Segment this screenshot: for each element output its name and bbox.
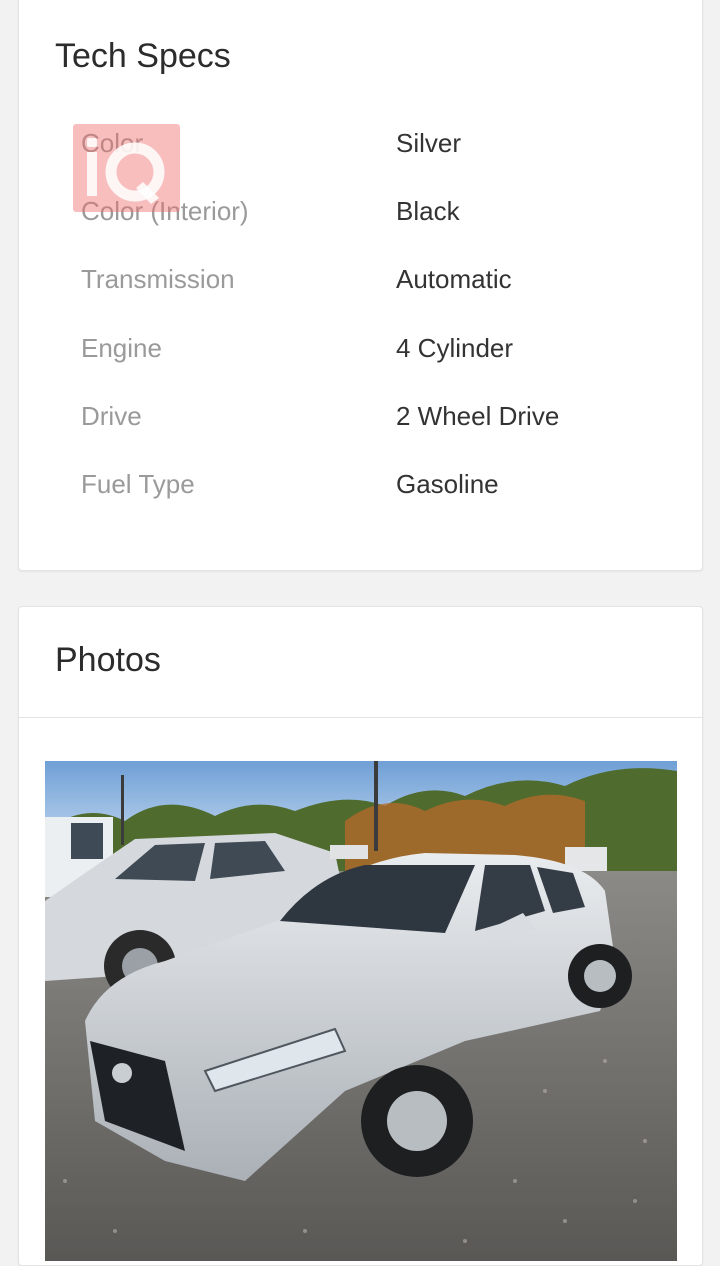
spec-label: Engine [81, 333, 162, 363]
tech-specs-title: Tech Specs [55, 37, 231, 75]
spec-label: Drive [81, 401, 142, 431]
spec-row-engine: Engine 4 Cylinder [81, 328, 681, 368]
iq-watermark-logo [73, 124, 180, 212]
photos-card: Photos [18, 606, 703, 1266]
tech-specs-card: Tech Specs Color Silver Color (Interior)… [18, 0, 703, 571]
spec-value: Gasoline [396, 469, 499, 499]
spec-row-fuel-type: Fuel Type Gasoline [81, 464, 681, 504]
spec-value: 4 Cylinder [396, 333, 514, 363]
vehicle-photo-illustration [45, 761, 677, 1261]
spec-label: Transmission [81, 264, 235, 294]
spec-row-transmission: Transmission Automatic [81, 259, 681, 299]
spec-row-drive: Drive 2 Wheel Drive [81, 396, 681, 436]
spec-value: 2 Wheel Drive [396, 401, 560, 431]
spec-value: Automatic [396, 264, 512, 294]
spec-value: Silver [396, 128, 462, 158]
spec-value: Black [396, 196, 460, 226]
vehicle-photo[interactable] [45, 761, 677, 1261]
photos-header: Photos [19, 607, 702, 718]
spec-label: Fuel Type [81, 469, 195, 499]
photos-title: Photos [55, 641, 161, 679]
